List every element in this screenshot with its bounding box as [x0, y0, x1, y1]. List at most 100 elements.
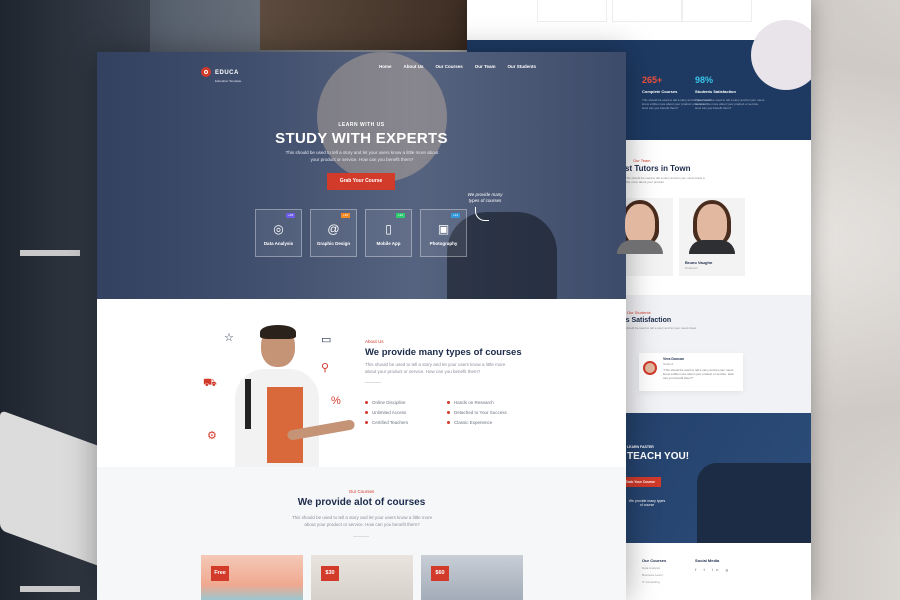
- divider: [353, 536, 369, 537]
- main-nav: Home About Us Our Courses Our Team Our S…: [379, 64, 536, 69]
- tutor-body: [617, 240, 663, 254]
- tutor-card[interactable]: Bruno Vaughn Professor: [679, 198, 745, 276]
- student-bag: [245, 379, 251, 429]
- category-badge: +12: [395, 213, 405, 218]
- bullet-icon: [447, 421, 450, 424]
- handwritten-note: We provide many types of courses: [467, 192, 503, 203]
- footer-column-title: Our Courses: [642, 558, 667, 563]
- feature-item: Hands on Research: [447, 400, 494, 405]
- logo-tagline: Education Template: [215, 79, 242, 83]
- hero-section: EDUCA Education Template Home About Us O…: [97, 52, 626, 302]
- fingerprint-icon: @: [327, 222, 340, 236]
- tutor-name: Bruno Vaughn: [685, 260, 713, 265]
- category-label: Graphic Design: [316, 241, 351, 246]
- avatar: [643, 361, 657, 375]
- feature-item: Unlimited Access: [365, 410, 406, 415]
- category-label: Data Analysis: [263, 241, 294, 246]
- section-text: This should be used to tell a story and …: [619, 326, 697, 330]
- feature-item: Online Discipline: [365, 400, 406, 405]
- course-card-30[interactable]: $30: [311, 555, 413, 600]
- section-heading: nts Satisfaction: [619, 317, 672, 324]
- course-card[interactable]: [537, 0, 607, 22]
- footer-column-title: Social Media: [695, 558, 720, 563]
- cta-photo: [697, 463, 811, 543]
- nav-courses[interactable]: Our Courses: [436, 64, 463, 69]
- tutor-role: Professor: [685, 266, 698, 270]
- category-card-mobile-app[interactable]: +12 ▯ Mobile App: [365, 209, 412, 257]
- feature-label: Online Discipline: [372, 400, 406, 405]
- course-card[interactable]: [612, 0, 682, 22]
- tutor-face: [625, 204, 655, 244]
- testimonial-card: Vera Duncan Student “This should be used…: [639, 353, 743, 391]
- footer-social-column: Social Media f t in g: [695, 558, 731, 572]
- grab-course-button[interactable]: Grab Your Course: [327, 173, 395, 190]
- bullet-icon: [365, 411, 368, 414]
- feature-item: Classic Experience: [447, 420, 492, 425]
- category-badge: +16: [340, 213, 350, 218]
- percent-icon: %: [331, 395, 341, 407]
- section-tag: Our Students: [627, 310, 651, 315]
- category-card-data-analysis[interactable]: +18 ◎ Data Analysis: [255, 209, 302, 257]
- student-hair: [260, 325, 296, 339]
- course-card[interactable]: [682, 0, 752, 22]
- testimonial-quote: “This should be used to tell a story and…: [663, 368, 734, 381]
- category-badge: +18: [285, 213, 295, 218]
- globe-icon: ◎: [273, 222, 284, 236]
- cta-heading: N TEACH YOU!: [617, 451, 690, 462]
- bullet-icon: [365, 421, 368, 424]
- site-logo[interactable]: EDUCA Education Template: [201, 61, 241, 83]
- tutor-face: [697, 204, 727, 244]
- stat-satisfaction: 98% Students Satisfaction This should be…: [695, 75, 765, 111]
- price-badge: Free: [211, 566, 229, 581]
- stat-value: 98%: [695, 75, 714, 85]
- category-card-photography[interactable]: +14 ▣ Photography: [420, 209, 467, 257]
- footer-link[interactable]: Data Analysis: [642, 566, 666, 570]
- cta-kicker: LEARN FASTER: [627, 445, 654, 449]
- hero-kicker: LEARN WITH US: [338, 122, 385, 128]
- footer-link[interactable]: IT Consulting: [642, 580, 666, 584]
- feature-item: Certified Teachers: [365, 420, 408, 425]
- camera-icon: ▣: [437, 222, 450, 236]
- gear-icon: ⚙: [207, 430, 217, 442]
- student-book: [267, 387, 303, 463]
- nav-students[interactable]: Our Students: [507, 64, 536, 69]
- category-badge: +14: [450, 213, 460, 218]
- category-label: Photography: [429, 241, 458, 246]
- section-heading: We provide alot of courses: [297, 497, 426, 508]
- bullet-icon: [447, 411, 450, 414]
- feature-label: Classic Experience: [454, 420, 493, 425]
- category-card-graphic-design[interactable]: +16 @ Graphic Design: [310, 209, 357, 257]
- course-card-60[interactable]: $60: [421, 555, 523, 600]
- hero-description: This should be used to tell a story and …: [285, 150, 439, 162]
- section-tag: Our Team: [633, 158, 651, 163]
- stat-label: Students Satisfaction: [695, 89, 736, 94]
- feature-item: Detached to Your Success: [447, 410, 507, 415]
- courses-section: Our Courses We provide alot of courses T…: [97, 467, 626, 600]
- section-heading: st Tutors in Town: [625, 164, 691, 173]
- feature-label: Detached to Your Success: [454, 410, 507, 415]
- footer-courses-column: Our Courses Data Analysis Business Learn…: [642, 558, 666, 584]
- front-page-preview: EDUCA Education Template Home About Us O…: [97, 52, 626, 600]
- nav-team[interactable]: Our Team: [475, 64, 496, 69]
- nav-home[interactable]: Home: [379, 64, 392, 69]
- star-icon: ☆: [224, 332, 234, 344]
- nav-about[interactable]: About Us: [404, 64, 424, 69]
- social-icons[interactable]: f t in g: [695, 567, 731, 572]
- logo-icon: [201, 67, 211, 77]
- smartphone-icon: ▯: [385, 222, 392, 236]
- section-text: This should be used to tell a story and …: [291, 515, 433, 527]
- logo-name: EDUCA: [215, 70, 239, 76]
- footer-link[interactable]: Business Learn: [642, 573, 666, 577]
- testimonial-role: Student: [663, 362, 674, 366]
- course-card-free[interactable]: Free: [201, 555, 303, 600]
- section-text: This should be used to tell a story and …: [365, 362, 506, 374]
- cta-handwritten-note: We provide many types of course: [628, 499, 666, 507]
- tutor-body: [689, 240, 735, 254]
- stat-text: This should be used to tell a story and …: [695, 98, 765, 111]
- feature-label: Hands on Research: [454, 400, 494, 405]
- section-text: This should be used to tell a story and …: [625, 176, 705, 185]
- bullet-icon: [365, 401, 368, 404]
- testimonial-name: Vera Duncan: [663, 357, 685, 361]
- divider: [365, 382, 381, 383]
- background-wood: [260, 0, 480, 50]
